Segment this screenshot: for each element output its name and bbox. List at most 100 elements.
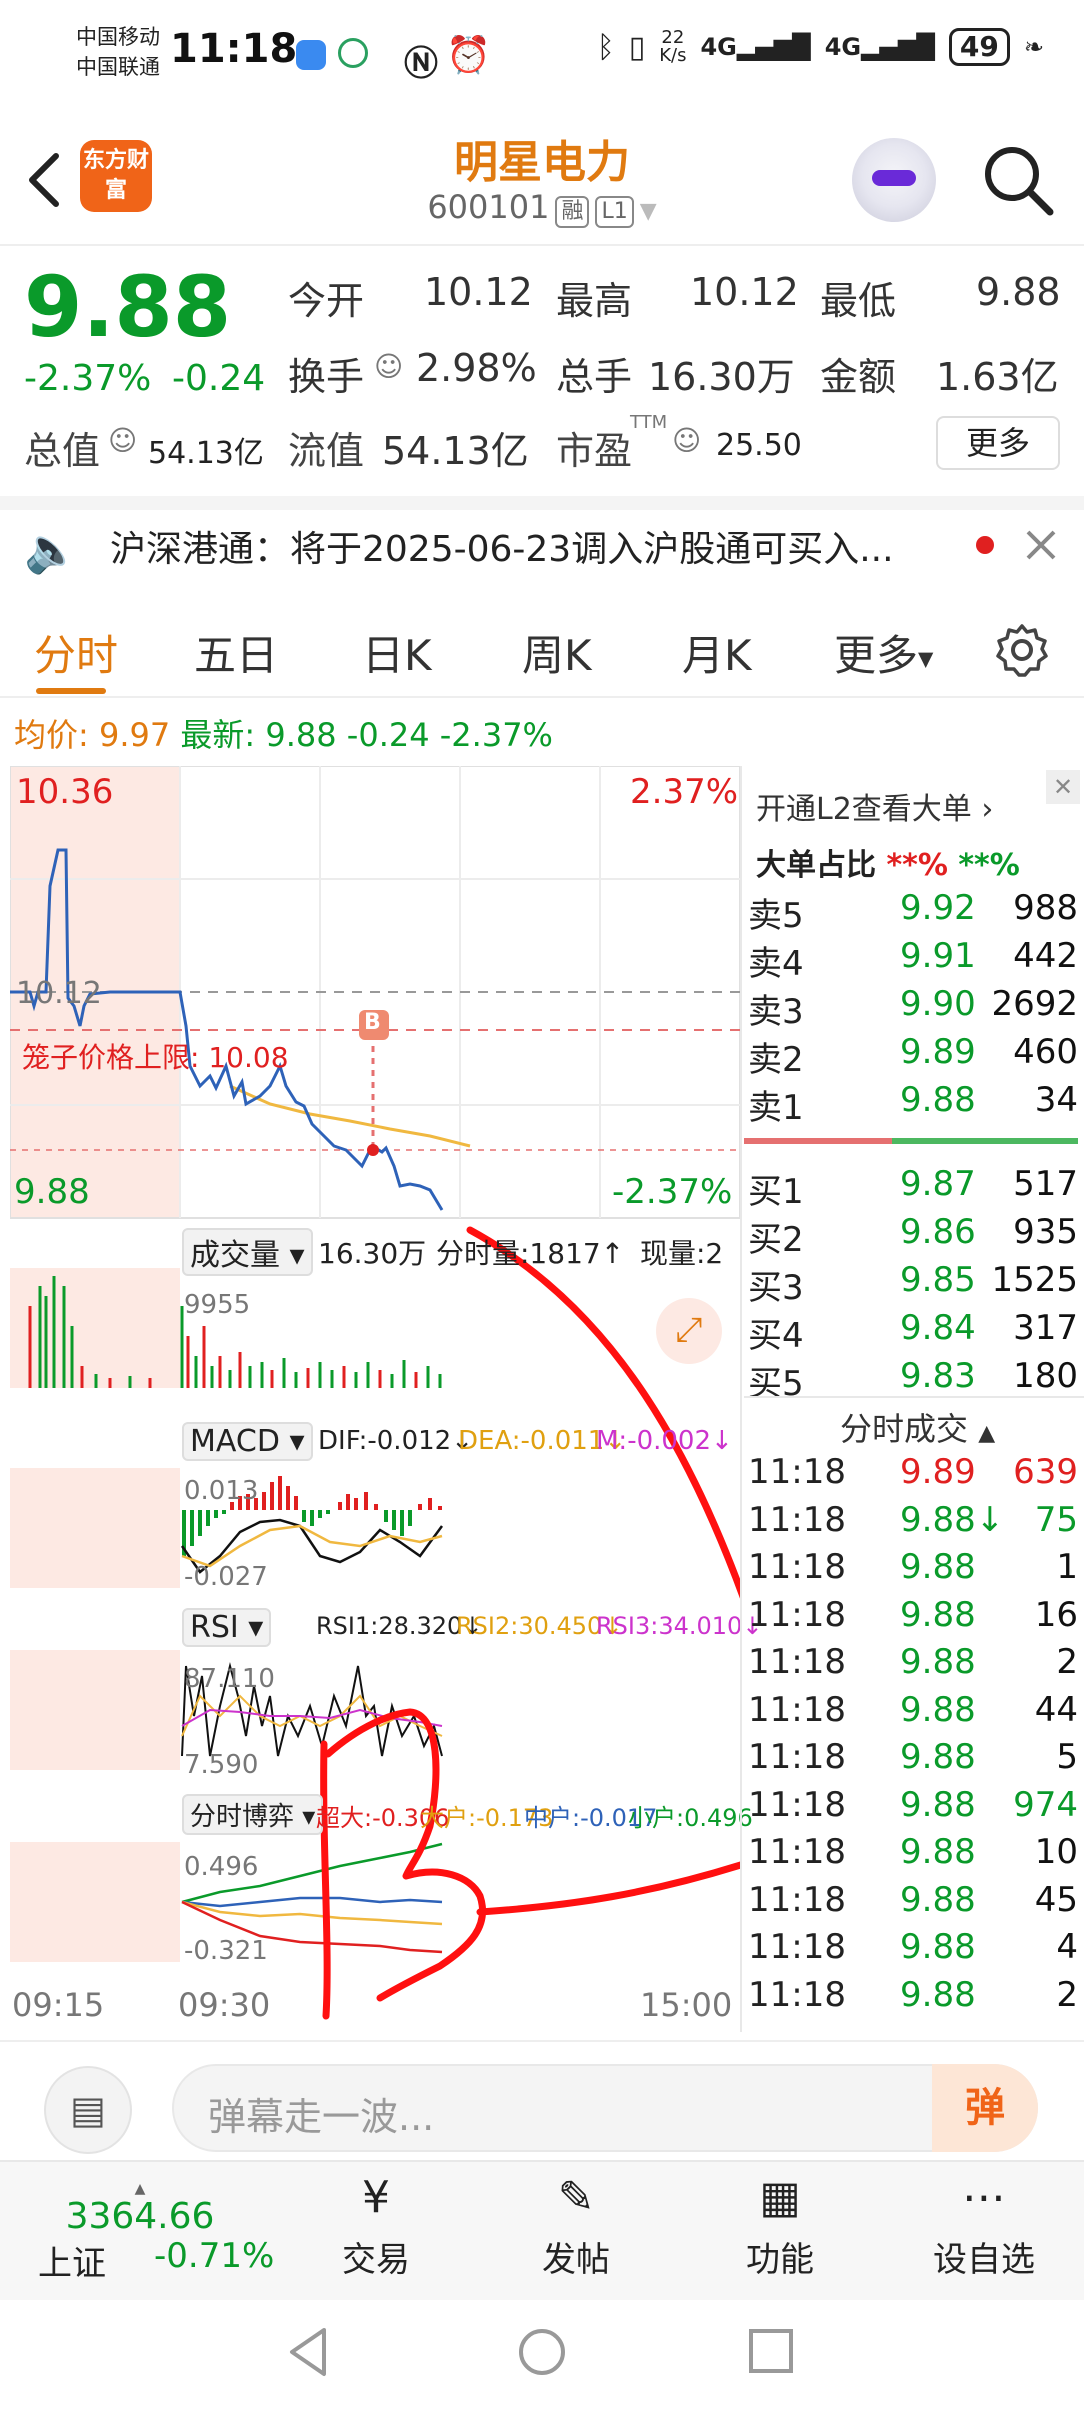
- current-price: 9.88: [24, 258, 232, 356]
- macd-selector-label: MACD: [190, 1424, 280, 1459]
- volume-value: 16.30万: [648, 355, 795, 399]
- rsi3-value: RSI3:34.010↓: [596, 1612, 763, 1640]
- ask-label: 卖2: [748, 1040, 804, 1080]
- expand-icon[interactable]: ⤢: [656, 1298, 722, 1364]
- post-button[interactable]: ✎ 发帖: [516, 2170, 636, 2281]
- tick-row: 11:18 9.88 2: [744, 1642, 1084, 1690]
- bid-label: 买3: [748, 1268, 804, 1308]
- ask-volume: 34: [1034, 1080, 1078, 1120]
- tick-time: 11:18: [748, 1974, 846, 2015]
- caret-up-icon: ▲: [134, 2181, 146, 2197]
- index-ticker[interactable]: ▲ 3364.66: [30, 2182, 250, 2237]
- change-pct: -2.37%: [24, 358, 152, 399]
- low-label: 最低: [820, 279, 897, 323]
- danmu-send-button[interactable]: 弹: [932, 2064, 1038, 2152]
- pe-info-icon[interactable]: ☺: [672, 424, 701, 457]
- index-name: 上证: [38, 2244, 106, 2284]
- volume-selector[interactable]: 成交量 ▾: [182, 1228, 313, 1276]
- bid-row[interactable]: 买1 9.87 517: [744, 1164, 1084, 1212]
- pct-bottom-label: -2.37%: [612, 1172, 733, 1212]
- tick-price: 9.88: [900, 1689, 976, 1730]
- tick-time: 11:18: [748, 1879, 846, 1920]
- ask-price: 9.90: [900, 984, 976, 1024]
- tab-daily-k[interactable]: 日K: [362, 622, 432, 683]
- rsi-selector[interactable]: RSI ▾: [182, 1608, 272, 1647]
- ask-price: 9.89: [900, 1032, 976, 1072]
- nav-back-icon[interactable]: [286, 2326, 330, 2378]
- signal-1-label: 4G: [700, 33, 737, 61]
- rsi-bottom-value: 7.590: [184, 1750, 259, 1780]
- nav-home-icon[interactable]: [516, 2326, 568, 2378]
- index-value: 3364.66: [65, 2196, 215, 2237]
- ask-volume: 988: [1013, 888, 1078, 928]
- tick-volume: 16: [1034, 1594, 1078, 1635]
- tick-volume: 974: [1013, 1784, 1078, 1825]
- tick-time: 11:18: [748, 1499, 846, 1540]
- tab-more-label: 更多: [834, 631, 919, 680]
- pct-top-label: 2.37%: [630, 772, 739, 812]
- price-top-label: 10.36: [16, 772, 114, 812]
- tick-row: 11:18 9.88 10: [744, 1832, 1084, 1880]
- danmu-settings-icon[interactable]: ▤: [44, 2066, 132, 2154]
- ask-row[interactable]: 卖4 9.91 442: [744, 936, 1084, 984]
- tick-price: 9.88: [900, 1832, 976, 1872]
- add-watchlist-button[interactable]: ⋯ 设自选: [924, 2170, 1044, 2281]
- mktcap-info-icon[interactable]: ☺: [108, 424, 137, 457]
- game-selector-label: 分时博弈: [190, 1802, 295, 1832]
- danmu-placeholder[interactable]: 弹幕走一波...: [208, 2086, 434, 2141]
- tick-price: 9.88: [900, 1879, 976, 1920]
- ticks-header[interactable]: 分时成交 ▲: [840, 1404, 995, 1450]
- volume-axis: 9955: [184, 1290, 251, 1320]
- ask-label: 卖1: [748, 1088, 804, 1128]
- dropdown-icon: ▼: [639, 199, 657, 224]
- tick-row: 11:18 9.88 45: [744, 1880, 1084, 1928]
- l2-promo[interactable]: 开通L2查看大单 ›: [756, 784, 993, 828]
- turnover-value: 2.98%: [416, 346, 537, 390]
- features-button[interactable]: ▦ 功能: [720, 2170, 840, 2281]
- mktcap-label: 总值: [24, 429, 101, 473]
- net-speed: 22 K/s: [659, 29, 686, 65]
- ask-volume: 442: [1013, 936, 1078, 976]
- tick-time: 11:18: [748, 1737, 846, 1777]
- settings-gear-icon[interactable]: [994, 622, 1050, 678]
- bid-row[interactable]: 买2 9.86 935: [744, 1212, 1084, 1260]
- ticks-list: 11:18 9.89 639 11:18 9.88↓ 75 11:18 9.88 1 11:18 9…: [744, 1452, 1084, 2032]
- bs-marker-label[interactable]: B: [364, 1010, 381, 1035]
- ask-row[interactable]: 卖2 9.89 460: [744, 1032, 1084, 1080]
- bid-volume: 317: [1013, 1308, 1078, 1348]
- info-icon[interactable]: ☺: [374, 350, 403, 383]
- limit-value: 10.08: [208, 1041, 289, 1074]
- search-icon[interactable]: [980, 142, 1056, 218]
- ask-row[interactable]: 卖3 9.90 2692: [744, 984, 1084, 1032]
- ask-row[interactable]: 卖5 9.92 988: [744, 888, 1084, 936]
- bid-price: 9.86: [900, 1212, 976, 1252]
- ask-price: 9.91: [900, 936, 976, 976]
- bid-label: 买4: [748, 1316, 804, 1356]
- tick-volume: 4: [1056, 1927, 1078, 1967]
- nav-recents-icon[interactable]: [746, 2326, 796, 2376]
- tick-time: 11:18: [748, 1452, 846, 1492]
- tab-monthly-k[interactable]: 月K: [682, 622, 752, 683]
- game-selector[interactable]: 分时博弈 ▾: [182, 1794, 324, 1835]
- robot-avatar[interactable]: [852, 138, 936, 222]
- tick-row: 11:18 9.88 5: [744, 1737, 1084, 1785]
- intraday-chart[interactable]: [10, 766, 740, 2030]
- margin-tag: 融: [555, 196, 590, 228]
- macd-selector[interactable]: MACD ▾: [182, 1422, 313, 1461]
- open-value: 10.12: [424, 270, 533, 314]
- ask-row[interactable]: 卖1 9.88 34: [744, 1080, 1084, 1128]
- bid-row[interactable]: 买3 9.85 1525: [744, 1260, 1084, 1308]
- tab-weekly-k[interactable]: 周K: [522, 622, 592, 683]
- trade-label: 交易: [342, 2240, 410, 2280]
- banner-text[interactable]: 沪深港通：将于2025-06-23调入沪股通可买入...: [110, 520, 894, 572]
- tab-more[interactable]: 更多▼: [834, 622, 933, 683]
- more-button[interactable]: 更多: [936, 416, 1060, 470]
- tick-volume: 10: [1034, 1832, 1078, 1872]
- tab-five-day[interactable]: 五日: [194, 622, 278, 683]
- promo-close-icon[interactable]: ✕: [1046, 770, 1080, 804]
- tab-intraday[interactable]: 分时: [34, 622, 118, 683]
- trade-button[interactable]: ¥ 交易: [316, 2170, 436, 2281]
- close-icon[interactable]: [1024, 528, 1058, 562]
- bid-row[interactable]: 买4 9.84 317: [744, 1308, 1084, 1356]
- l2-promo-text: 开通L2查看大单: [756, 792, 972, 827]
